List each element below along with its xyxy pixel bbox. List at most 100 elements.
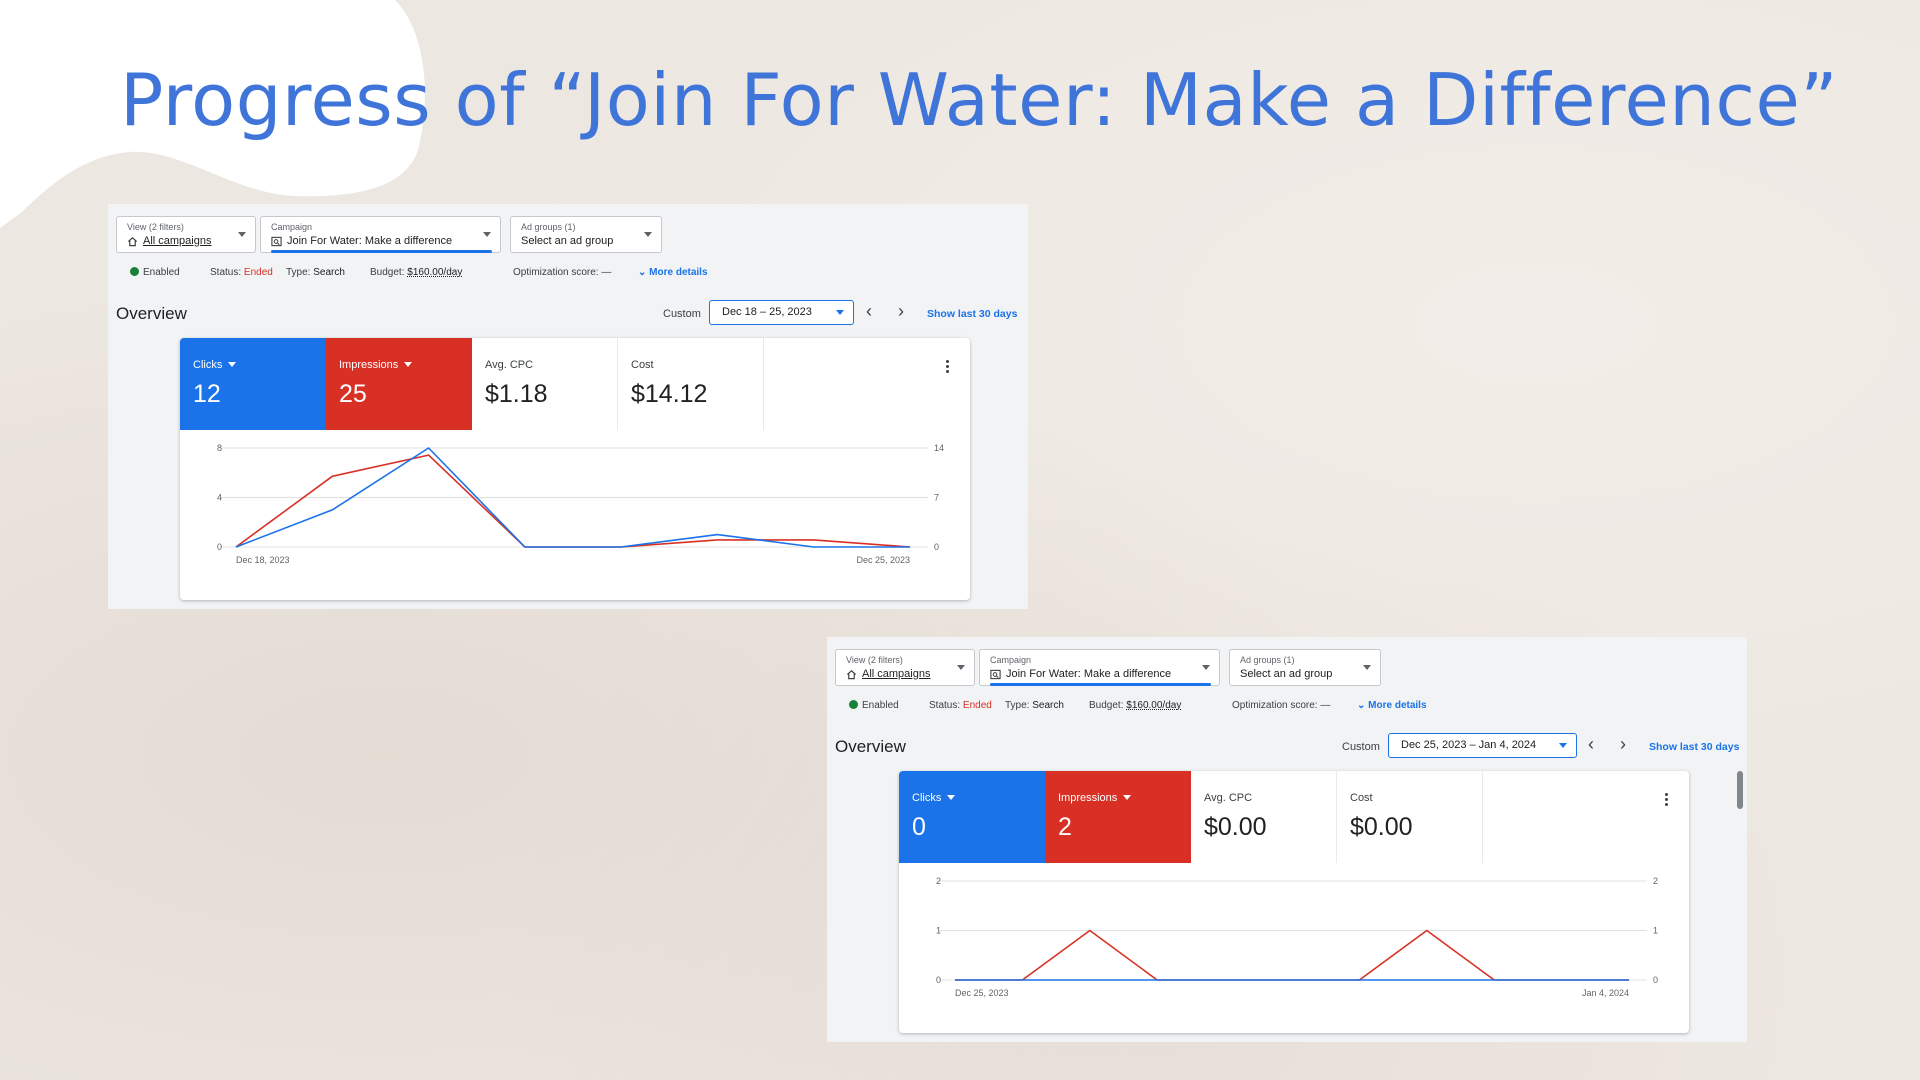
chevron-down-icon	[1559, 743, 1567, 748]
clicks-value: 12	[193, 380, 221, 408]
campaign-value: Join For Water: Make a difference	[1006, 668, 1172, 680]
status-info: Status: Ended	[929, 700, 992, 711]
status-info: Status: Ended	[210, 267, 273, 278]
view-filter-dropdown[interactable]: View (2 filters) All campaigns	[835, 649, 975, 686]
date-range-picker[interactable]: Dec 18 – 25, 2023	[709, 300, 854, 325]
impressions-label: Impressions	[339, 359, 399, 371]
chevron-down-icon	[228, 362, 237, 367]
y-right-tick-label: 14	[934, 443, 944, 453]
search-campaign-icon	[990, 669, 1001, 679]
avg-cpc-label: Avg. CPC	[485, 359, 534, 371]
view-filter-dropdown[interactable]: View (2 filters) All campaigns	[116, 216, 256, 253]
impressions-value: 2	[1058, 813, 1072, 841]
clicks-label: Clicks	[912, 792, 942, 804]
x-end-label: Jan 4, 2024	[1582, 988, 1629, 998]
cost-metric-tile[interactable]: Cost $14.12	[618, 338, 764, 430]
clicks-metric-tile[interactable]: Clicks 0	[899, 771, 1045, 863]
y-right-tick-label: 0	[1653, 975, 1658, 985]
impressions-value: 25	[339, 380, 367, 408]
type-info: Type: Search	[1005, 700, 1064, 711]
chevron-down-icon	[947, 795, 956, 800]
avg-cpc-metric-tile[interactable]: Avg. CPC $1.18	[472, 338, 618, 430]
avg-cpc-metric-tile[interactable]: Avg. CPC $0.00	[1191, 771, 1337, 863]
cost-metric-tile[interactable]: Cost $0.00	[1337, 771, 1483, 863]
prev-period-icon[interactable]: ‹	[866, 302, 872, 320]
ad-group-dropdown[interactable]: Ad groups (1) Select an ad group	[1229, 649, 1381, 686]
impressions-series-line	[235, 454, 911, 548]
search-campaign-icon	[271, 236, 282, 246]
more-options-icon[interactable]	[946, 360, 950, 375]
more-options-icon[interactable]	[1665, 793, 1669, 808]
optimization-score: Optimization score: —	[1232, 700, 1331, 711]
enabled-dot-icon	[130, 267, 139, 276]
chevron-down-icon	[1363, 665, 1371, 670]
campaign-dropdown[interactable]: Campaign Join For Water: Make a differen…	[260, 216, 501, 253]
budget-info: Budget: $160.00/day	[1089, 700, 1182, 711]
y-left-tick-label: 1	[936, 926, 941, 936]
enabled-status: Enabled	[130, 267, 180, 278]
ads-screenshot-2: View (2 filters) All campaigns Campaign …	[827, 637, 1747, 1042]
ads-screenshot-1: View (2 filters) All campaigns Campaign …	[108, 204, 1028, 609]
ad-group-value: Select an ad group	[521, 235, 614, 247]
budget-info: Budget: $160.00/day	[370, 267, 463, 278]
more-details-link[interactable]: ⌄ More details	[638, 267, 708, 278]
x-end-label: Dec 25, 2023	[856, 555, 910, 565]
campaign-caption: Campaign	[271, 222, 313, 232]
prev-period-icon[interactable]: ‹	[1588, 735, 1594, 753]
chevron-down-icon	[483, 232, 491, 237]
avg-cpc-value: $1.18	[485, 380, 548, 408]
campaign-caption: Campaign	[990, 655, 1032, 665]
overview-heading: Overview	[835, 737, 906, 756]
chevron-down-icon	[957, 665, 965, 670]
ad-group-caption: Ad groups (1)	[521, 222, 576, 232]
y-left-tick-label: 0	[217, 542, 222, 552]
cost-label: Cost	[1350, 792, 1373, 804]
ad-group-value: Select an ad group	[1240, 668, 1333, 680]
chevron-down-icon	[404, 362, 413, 367]
campaign-selected-underline	[990, 683, 1211, 686]
impressions-label: Impressions	[1058, 792, 1118, 804]
clicks-metric-tile[interactable]: Clicks 12	[180, 338, 326, 430]
cost-value: $0.00	[1350, 813, 1413, 841]
y-left-tick-label: 8	[217, 443, 222, 453]
view-filter-value: All campaigns	[143, 235, 212, 247]
campaign-meta-row: Enabled Status: Ended Type: Search Budge…	[849, 700, 1747, 714]
x-start-label: Dec 18, 2023	[236, 555, 290, 565]
enabled-dot-icon	[849, 700, 858, 709]
view-filter-caption: View (2 filters)	[127, 222, 184, 232]
impressions-metric-tile[interactable]: Impressions 2	[1045, 771, 1191, 863]
avg-cpc-value: $0.00	[1204, 813, 1267, 841]
date-range-picker[interactable]: Dec 25, 2023 – Jan 4, 2024	[1388, 733, 1577, 758]
view-filter-value: All campaigns	[862, 668, 931, 680]
show-last-30-days-link[interactable]: Show last 30 days	[927, 308, 1017, 320]
show-last-30-days-link[interactable]: Show last 30 days	[1649, 741, 1739, 753]
cost-label: Cost	[631, 359, 654, 371]
ad-group-caption: Ad groups (1)	[1240, 655, 1295, 665]
date-range-value: Dec 25, 2023 – Jan 4, 2024	[1401, 739, 1537, 751]
scrollbar-thumb[interactable]	[1737, 771, 1743, 809]
chevron-down-icon	[644, 232, 652, 237]
y-right-tick-label: 1	[1653, 926, 1658, 936]
home-icon	[846, 669, 857, 679]
chevron-down-icon	[1123, 795, 1132, 800]
date-range-value: Dec 18 – 25, 2023	[722, 306, 812, 318]
campaign-meta-row: Enabled Status: Ended Type: Search Budge…	[130, 267, 1028, 281]
y-left-tick-label: 2	[936, 876, 941, 886]
custom-label: Custom	[663, 308, 701, 320]
impressions-series-line	[955, 929, 1629, 981]
clicks-value: 0	[912, 813, 926, 841]
type-info: Type: Search	[286, 267, 345, 278]
overview-line-chart: 0 0 4 7 8 14 Dec 18, 2023 Dec 25, 2023	[217, 443, 944, 565]
chevron-down-icon	[238, 232, 246, 237]
view-filter-caption: View (2 filters)	[846, 655, 903, 665]
campaign-selected-underline	[271, 250, 492, 253]
next-period-icon[interactable]: ›	[898, 302, 904, 320]
custom-label: Custom	[1342, 741, 1380, 753]
impressions-metric-tile[interactable]: Impressions 25	[326, 338, 472, 430]
next-period-icon[interactable]: ›	[1620, 735, 1626, 753]
more-details-link[interactable]: ⌄ More details	[1357, 700, 1427, 711]
chevron-down-icon	[1202, 665, 1210, 670]
campaign-dropdown[interactable]: Campaign Join For Water: Make a differen…	[979, 649, 1220, 686]
ad-group-dropdown[interactable]: Ad groups (1) Select an ad group	[510, 216, 662, 253]
y-left-tick-label: 4	[217, 493, 222, 503]
